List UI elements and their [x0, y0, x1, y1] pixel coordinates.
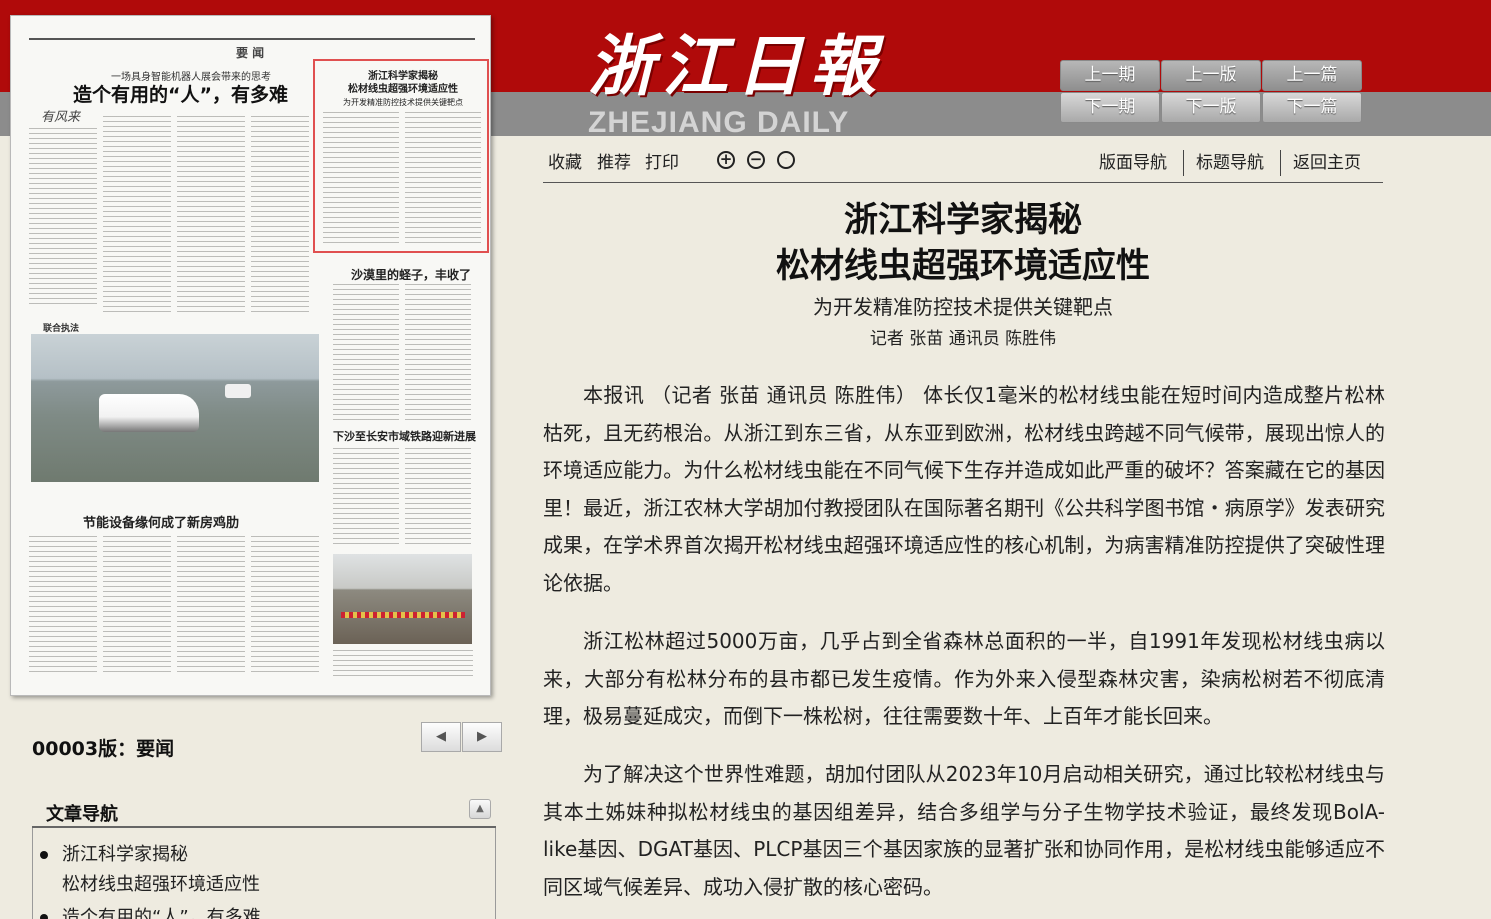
collapse-icon[interactable]: ▲ [469, 799, 491, 819]
paper-column-label: 联合执法 [43, 324, 80, 334]
article-paragraph: 为了解决这个世界性难题，胡加付团队从2023年10月启动相关研究，通过比较松材线… [543, 762, 1385, 899]
toolbar-rule [543, 182, 1383, 183]
newspaper-page-image[interactable]: 要 闻 一场具身智能机器人展会带来的思考 造个有用的“人”，有多难 有风来 浙江… [10, 15, 491, 696]
selected-article-highlight[interactable] [313, 59, 489, 253]
paper-headline-robot[interactable]: 造个有用的“人”，有多难 [73, 80, 288, 107]
nav-item-line[interactable]: 浙江科学家揭秘 [62, 840, 188, 870]
nav-item-line[interactable]: 松材线虫超强环境适应性 [62, 870, 260, 900]
paper-text-block [251, 116, 309, 316]
zoom-reset-icon[interactable]: ○ [777, 151, 795, 169]
zoom-in-icon[interactable]: + [717, 151, 735, 169]
paper-headline-railway[interactable]: 下沙至长安市域铁路迎新进展 [333, 428, 476, 444]
paper-signature: 有风来 [41, 110, 81, 125]
article-subtitle: 为开发精准防控技术提供关键靶点 [813, 295, 1113, 319]
prev-article-button[interactable]: 上一篇 [1262, 60, 1362, 91]
paper-text-block [29, 536, 97, 676]
next-issue-button[interactable]: 下一期 [1060, 92, 1160, 123]
page-nav-link[interactable]: 版面导航 [1099, 148, 1167, 178]
paper-text-block [333, 448, 399, 548]
paper-header-rule [29, 38, 475, 40]
paper-text-block [177, 536, 245, 676]
article-title-line1: 浙江科学家揭秘 [844, 200, 1082, 240]
paper-text-block [177, 116, 245, 316]
paper-section-label: 要 闻 [236, 46, 265, 60]
next-page-arrow-icon[interactable]: ▶ [462, 722, 502, 752]
recommend-link[interactable]: 推荐 [597, 148, 631, 178]
prev-page-arrow-icon[interactable]: ◀ [421, 722, 461, 752]
prev-issue-button[interactable]: 上一期 [1060, 60, 1160, 91]
next-article-button[interactable]: 下一篇 [1262, 92, 1362, 123]
paper-text-block [103, 536, 171, 676]
article-byline: 记者 张苗 通讯员 陈胜伟 [869, 329, 1057, 349]
masthead-logo: 浙江日報 ZHEJIANG DAILY [588, 26, 878, 139]
paper-headline-desert[interactable]: 沙漠里的蛏子，丰收了 [351, 266, 471, 283]
article-paragraph: 本报讯 （记者 张苗 通讯员 陈胜伟） 体长仅1毫米的松材线虫能在短时间内造成整… [543, 383, 1385, 595]
paper-text-block [251, 536, 319, 676]
divider [1280, 150, 1281, 176]
masthead-english: ZHEJIANG DAILY [588, 106, 850, 139]
prev-page-button[interactable]: 上一版 [1161, 60, 1261, 91]
print-link[interactable]: 打印 [645, 148, 679, 178]
paper-text-block [333, 284, 399, 424]
title-nav-link[interactable]: 标题导航 [1196, 148, 1264, 178]
article-title-line2: 松材线虫超强环境适应性 [776, 246, 1150, 286]
patrol-boat-image [99, 394, 199, 432]
home-link[interactable]: 返回主页 [1293, 148, 1361, 178]
bullet-icon [40, 851, 48, 859]
article-paragraph: 浙江松林超过5000万亩，几乎占到全省森林总面积的一半，自1991年发现松材线虫… [543, 629, 1385, 729]
paper-headline-energy[interactable]: 节能设备缘何成了新房鸡肋 [83, 512, 239, 531]
bullet-icon [40, 914, 48, 919]
paper-text-block [333, 650, 473, 680]
paper-text-block [405, 284, 471, 424]
paper-text-block [405, 448, 471, 548]
paper-text-block [103, 116, 171, 316]
page-label: 00003版：要闻 [32, 738, 175, 760]
paper-text-block [29, 128, 97, 308]
divider [1183, 150, 1184, 176]
construction-workers-strip [341, 612, 465, 618]
railway-construction-photo [333, 554, 472, 644]
issue-navigation: 上一期 上一版 上一篇 下一期 下一版 下一篇 [1060, 60, 1362, 123]
small-boat-image [225, 384, 251, 398]
collect-link[interactable]: 收藏 [548, 148, 582, 178]
article-nav-title: 文章导航 [46, 804, 118, 825]
zoom-out-icon[interactable]: − [747, 151, 765, 169]
nav-item-line[interactable]: 造个有用的“人”，有多难 [62, 903, 261, 919]
masthead-chinese: 浙江日報 [588, 27, 884, 105]
next-page-button[interactable]: 下一版 [1161, 92, 1261, 123]
